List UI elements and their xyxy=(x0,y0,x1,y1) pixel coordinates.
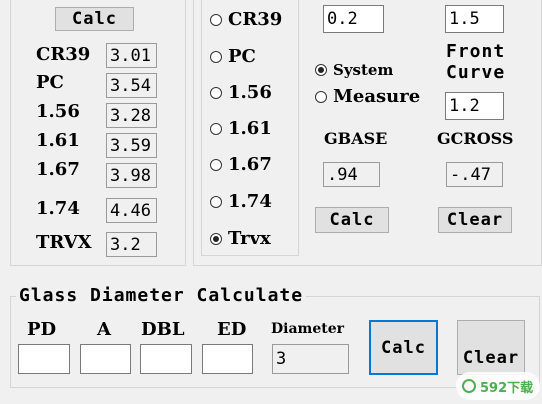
a-label: A xyxy=(97,319,111,340)
value-161: 3.59 xyxy=(106,133,157,158)
radio-indicator xyxy=(210,86,222,99)
value-174: 4.46 xyxy=(106,198,157,223)
radio-label: 1.74 xyxy=(228,191,272,212)
pd-label: PD xyxy=(27,319,57,340)
row-label-156: 1.56 xyxy=(36,101,80,122)
radio-system[interactable]: System xyxy=(315,61,393,79)
diameter-label: Diameter xyxy=(271,321,345,337)
gbase-label: GBASE xyxy=(324,129,388,148)
value-167: 3.98 xyxy=(106,163,157,188)
radio-indicator xyxy=(210,122,222,135)
radio-indicator xyxy=(210,13,222,26)
right-clear-button[interactable]: Clear xyxy=(438,207,512,233)
gbase-value: .94 xyxy=(323,162,380,187)
radio-measure[interactable]: Measure xyxy=(315,86,420,107)
top-left-field[interactable]: 0.2 xyxy=(323,5,384,33)
watermark-logo: 592下载 xyxy=(456,372,540,400)
glass-diameter-title: Glass Diameter Calculate xyxy=(16,285,307,306)
pd-input[interactable] xyxy=(18,344,70,374)
watermark-text: 592下载 xyxy=(480,380,534,396)
radio-label: PC xyxy=(228,46,256,67)
ed-input[interactable] xyxy=(202,344,253,374)
gcross-label: GCROSS xyxy=(437,129,514,148)
gcross-value: -.47 xyxy=(446,162,503,187)
radio-indicator xyxy=(315,90,327,103)
radio-indicator xyxy=(210,50,222,63)
radio-label: Trvx xyxy=(228,228,271,249)
row-label-174: 1.74 xyxy=(36,198,80,219)
row-label-cr39: CR39 xyxy=(36,44,91,65)
ed-label: ED xyxy=(217,319,247,340)
left-calc-button[interactable]: Calc xyxy=(55,7,134,31)
a-input[interactable] xyxy=(80,344,131,374)
row-label-167: 1.67 xyxy=(36,159,80,180)
radio-cr39[interactable]: CR39 xyxy=(210,9,282,30)
top-right-field[interactable]: 1.5 xyxy=(445,5,504,33)
radio-label: Measure xyxy=(333,86,421,107)
row-label-161: 1.61 xyxy=(36,130,80,151)
radio-label: 1.67 xyxy=(228,154,272,175)
value-cr39: 3.01 xyxy=(106,43,157,68)
radio-indicator xyxy=(210,158,222,171)
radio-label: 1.61 xyxy=(228,118,272,139)
leaf-icon xyxy=(462,379,476,393)
radio-pc[interactable]: PC xyxy=(210,46,256,67)
diameter-value: 3 xyxy=(272,344,349,374)
radio-trvx[interactable]: Trvx xyxy=(210,228,271,249)
radio-label: 1.56 xyxy=(228,82,272,103)
dbl-input[interactable] xyxy=(140,344,192,374)
radio-167[interactable]: 1.67 xyxy=(210,154,272,175)
value-trvx: 3.2 xyxy=(106,232,157,257)
value-pc: 3.54 xyxy=(106,73,157,98)
right-calc-button[interactable]: Calc xyxy=(315,207,389,233)
radio-indicator xyxy=(315,64,327,76)
radio-indicator xyxy=(210,232,222,245)
row-label-trvx: TRVX xyxy=(36,232,92,253)
radio-dot xyxy=(213,235,219,242)
radio-label: CR39 xyxy=(228,9,283,30)
front-curve-label-line1: Front xyxy=(446,41,506,62)
row-label-pc: PC xyxy=(36,72,64,93)
radio-156[interactable]: 1.56 xyxy=(210,82,272,103)
diameter-clear-button[interactable]: Clear xyxy=(457,320,525,375)
radio-dot xyxy=(318,67,324,73)
radio-161[interactable]: 1.61 xyxy=(210,118,272,139)
value-156: 3.28 xyxy=(106,103,157,128)
front-curve-field[interactable]: 1.2 xyxy=(445,92,504,120)
radio-174[interactable]: 1.74 xyxy=(210,191,272,212)
radio-indicator xyxy=(210,195,222,208)
diameter-calc-button[interactable]: Calc xyxy=(369,320,438,375)
front-curve-label-line2: Curve xyxy=(446,62,506,83)
dbl-label: DBL xyxy=(141,319,185,340)
radio-label: System xyxy=(333,61,394,79)
